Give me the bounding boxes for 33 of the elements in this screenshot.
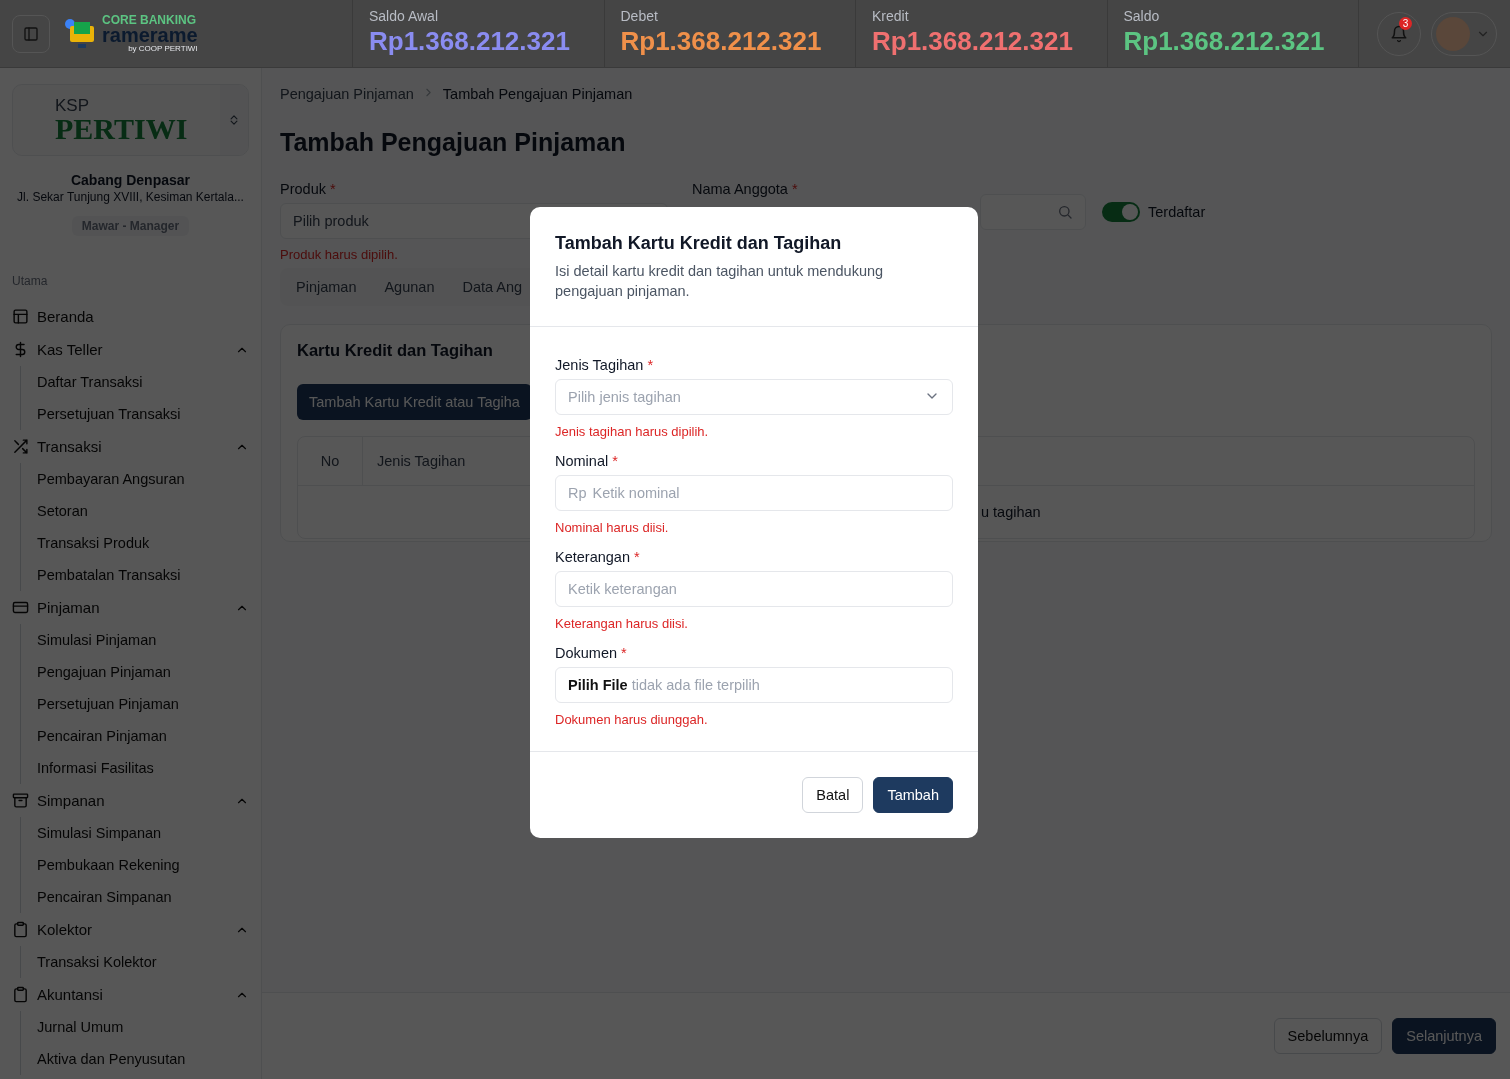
- error-message: Dokumen harus diunggah.: [555, 712, 709, 728]
- error-message: Jenis tagihan harus dipilih.: [555, 424, 710, 440]
- column-header: Jenis Tagihan: [376, 452, 467, 471]
- breadcrumb-current: Tambah Pengajuan Pinjaman: [442, 86, 633, 102]
- logo-text: KSP: [55, 96, 91, 114]
- dialog-description: Isi detail kartu kredit dan tagihan untuk mendukung pengajuan pinjaman.: [555, 262, 885, 301]
- app-logo: CORE BANKING ramerame by COOP PERTIWI: [62, 13, 198, 54]
- stat-value: Rp1.368.212.321: [1123, 26, 1326, 57]
- toggle-label: Terdaftar: [1148, 204, 1206, 220]
- stat-label: Debet: [620, 8, 659, 24]
- error-message: Keterangan harus diisi.: [555, 616, 689, 632]
- error-message: Produk harus dipilih.: [280, 247, 399, 262]
- empty-state-text: u tagihan: [981, 504, 1041, 520]
- field-label: Produk *: [280, 181, 337, 197]
- stat-label: Saldo Awal: [369, 8, 439, 24]
- stat-label: Saldo: [1123, 8, 1161, 24]
- stat-label: Kredit: [872, 8, 910, 24]
- column-header: No: [298, 437, 363, 485]
- stat-value: Rp1.368.212.321: [620, 26, 823, 57]
- stat-value: Rp1.368.212.321: [872, 26, 1074, 57]
- field-label: Keterangan *: [555, 549, 641, 566]
- notification-count: 3: [1399, 16, 1412, 30]
- error-message: Nominal harus diisi.: [555, 520, 670, 536]
- branch-address: Jl. Sekar Tunjung XVIII, Kesiman Kertala...: [16, 190, 245, 204]
- stat-value: Rp1.368.212.321: [369, 26, 571, 57]
- field-label: Dokumen *: [555, 645, 628, 662]
- branch-name: Cabang Denpasar: [69, 172, 191, 188]
- card-title: Kartu Kredit dan Tagihan: [297, 341, 493, 360]
- logo-text: PERTIWI: [55, 113, 189, 144]
- field-label: Nominal *: [555, 453, 619, 470]
- field-label: Jenis Tagihan *: [555, 357, 655, 374]
- page-title: Tambah Pengajuan Pinjaman: [280, 128, 627, 157]
- field-label: Nama Anggota *: [692, 181, 798, 197]
